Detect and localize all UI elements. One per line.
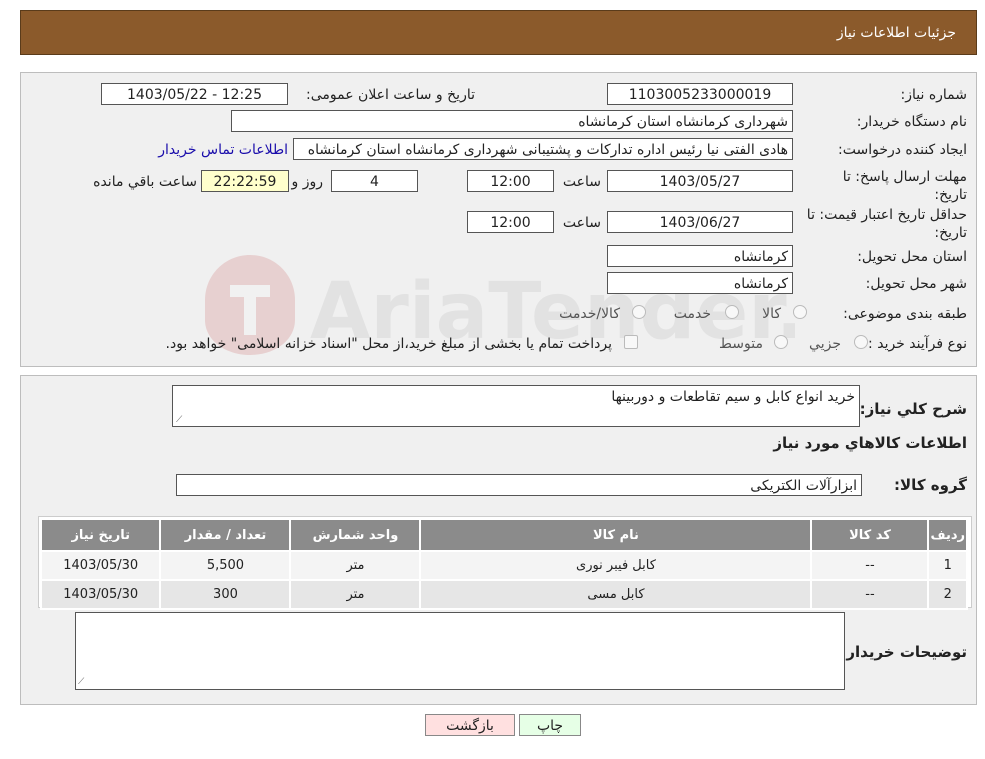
col-unit: واحد شمارش — [289, 518, 422, 552]
col-date: تاریخ نیاز — [39, 518, 162, 552]
goods-group-field: ابزارآلات الکتریکی — [176, 474, 862, 496]
creator-field: هادی الفتی نیا رئیس اداره تدارکات و پشتی… — [293, 138, 793, 160]
city-label: شهر محل تحویل: — [865, 276, 967, 292]
cell-date: 1403/05/30 — [39, 579, 162, 610]
category-option-goods: کالا — [762, 306, 781, 322]
resize-grip-icon[interactable]: ⟋ — [78, 678, 86, 687]
remaining-time-field: 22:22:59 — [201, 170, 289, 192]
buyer-field: شهرداری کرمانشاه استان کرمانشاه — [231, 110, 793, 132]
table-header-row: رديف کد کالا نام کالا واحد شمارش تعداد /… — [39, 518, 968, 552]
print-button[interactable]: چاپ — [519, 714, 581, 736]
category-radio-service[interactable] — [725, 305, 739, 319]
payment-note: پرداخت تمام یا بخشی از مبلغ خرید،از محل … — [165, 336, 612, 352]
category-radio-both[interactable] — [632, 305, 646, 319]
description-label: شرح کلي نياز: — [859, 400, 967, 418]
need-number-field: 1103005233000019 — [607, 83, 793, 105]
process-label: نوع فرآیند خرید : — [868, 336, 967, 352]
category-option-service: خدمت — [673, 306, 711, 322]
cell-quantity: 5,500 — [159, 550, 292, 581]
description-field: خرید انواع کابل و سیم تقاطعات و دوربینها — [172, 385, 860, 427]
buyer-notes-label: توضیحات خریدار: — [840, 643, 967, 661]
cell-row-num: 2 — [927, 579, 968, 610]
page-title: جزئیات اطلاعات نیاز — [836, 25, 956, 41]
process-radio-medium[interactable] — [774, 335, 788, 349]
cell-quantity: 300 — [159, 579, 292, 610]
city-field: کرمانشاه — [607, 272, 793, 294]
goods-info-title: اطلاعات کالاهاي مورد نياز — [773, 434, 967, 452]
category-radio-goods[interactable] — [793, 305, 807, 319]
table-row: 2 -- کابل مسی متر 300 1403/05/30 — [39, 579, 968, 610]
col-quantity: تعداد / مقدار — [159, 518, 292, 552]
buyer-label: نام دستگاه خریدار: — [856, 114, 967, 130]
cell-date: 1403/05/30 — [39, 550, 162, 581]
creator-label: ایجاد کننده درخواست: — [838, 142, 967, 158]
cell-row-num: 1 — [927, 550, 968, 581]
goods-group-label: گروه کالا: — [894, 476, 967, 494]
cell-code: -- — [810, 579, 930, 610]
cell-name: کابل مسی — [419, 579, 813, 610]
page-header: جزئیات اطلاعات نیاز — [20, 10, 977, 55]
reply-deadline-label: مهلت ارسال پاسخ: تا تاریخ: — [842, 169, 967, 203]
province-label: استان محل تحویل: — [857, 249, 967, 265]
process-option-medium: متوسط — [719, 336, 763, 352]
validity-date-field: 1403/06/27 — [607, 211, 793, 233]
buyer-notes-field — [75, 612, 845, 690]
reply-time-field: 12:00 — [467, 170, 554, 192]
announce-label: تاریخ و ساعت اعلان عمومی: — [306, 87, 475, 103]
category-label: طبقه بندی موضوعی: — [843, 306, 967, 322]
validity-time-field: 12:00 — [467, 211, 554, 233]
need-number-label: شماره نیاز: — [900, 87, 968, 103]
announce-field: 1403/05/22 - 12:25 — [101, 83, 288, 105]
validity-label: حداقل تاریخ اعتبار قیمت: تا تاریخ: — [806, 207, 967, 241]
cell-unit: متر — [289, 550, 422, 581]
reply-date-field: 1403/05/27 — [607, 170, 793, 192]
col-row-num: رديف — [927, 518, 968, 552]
col-name: نام کالا — [419, 518, 813, 552]
province-field: کرمانشاه — [607, 245, 793, 267]
category-option-both: کالا/خدمت — [559, 306, 620, 322]
cell-name: کابل فیبر نوری — [419, 550, 813, 581]
table-row: 1 -- کابل فیبر نوری متر 5,500 1403/05/30 — [39, 550, 968, 581]
back-button[interactable]: بازگشت — [425, 714, 515, 736]
resize-grip-icon[interactable]: ⟋ — [176, 416, 184, 425]
days-label: روز و — [291, 174, 324, 190]
process-radio-minor[interactable] — [854, 335, 868, 349]
remaining-label: ساعت باقي مانده — [93, 174, 197, 190]
items-table: رديف کد کالا نام کالا واحد شمارش تعداد /… — [39, 518, 968, 610]
cell-code: -- — [810, 550, 930, 581]
payment-checkbox[interactable] — [624, 335, 638, 349]
days-field: 4 — [331, 170, 418, 192]
reply-time-label: ساعت — [562, 174, 601, 190]
process-option-minor: جزيي — [809, 336, 841, 352]
contact-link[interactable]: اطلاعات تماس خریدار — [158, 142, 288, 158]
col-code: کد کالا — [810, 518, 930, 552]
cell-unit: متر — [289, 579, 422, 610]
validity-time-label: ساعت — [562, 215, 601, 231]
